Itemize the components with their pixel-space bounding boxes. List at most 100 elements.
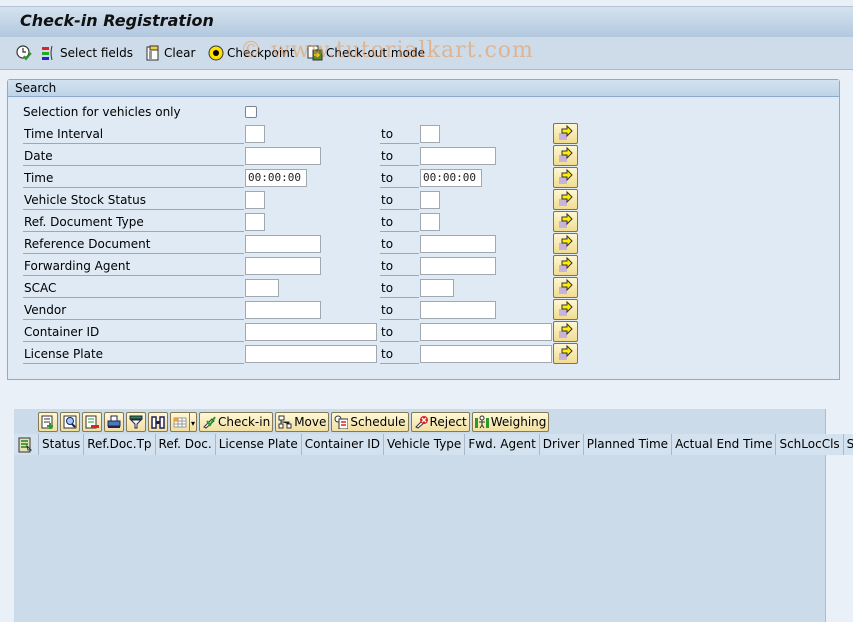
date-to-label: to [380, 147, 419, 166]
date-multiple-selection-button[interactable] [553, 145, 578, 166]
time-to-input[interactable]: 00:00:00 [420, 169, 482, 187]
column-header[interactable]: Sc [843, 434, 853, 455]
vendor-to-input[interactable] [420, 301, 496, 319]
move-button[interactable]: Move [275, 412, 330, 432]
schedule-button[interactable]: Schedule [331, 412, 409, 432]
forwarding-agent-multiple-selection-button[interactable] [553, 255, 578, 276]
grid-header-row: Status Ref.Doc.Tp Ref. Doc. License Plate Co… [14, 434, 853, 455]
clear-button[interactable]: Clear [145, 44, 195, 62]
time-interval-label: Time Interval [23, 125, 244, 144]
grid-toolbar: ▾ Check-in Move Schedule Reject Weighing [38, 412, 550, 433]
column-header[interactable]: Planned Time [583, 434, 673, 455]
schedule-label: Schedule [350, 415, 406, 429]
time-to-label: to [380, 169, 419, 188]
reference-document-to-label: to [380, 235, 419, 254]
execute-button[interactable] [16, 44, 32, 62]
date-from-input[interactable] [245, 147, 321, 165]
reference-document-row: Reference Document to [8, 233, 839, 255]
column-header[interactable]: Vehicle Type [384, 434, 466, 455]
forwarding-agent-from-input[interactable] [245, 257, 321, 275]
search-group: Search Selection for vehicles only Time … [7, 79, 840, 380]
layout-button[interactable]: ▾ [170, 412, 198, 432]
scac-from-input[interactable] [245, 279, 279, 297]
filter-button[interactable] [126, 412, 146, 432]
time-interval-to-label: to [380, 125, 419, 144]
ref-document-type-to-input[interactable] [420, 213, 440, 231]
check-in-button[interactable]: Check-in [199, 412, 274, 432]
reference-document-multiple-selection-button[interactable] [553, 233, 578, 254]
column-header[interactable]: License Plate [215, 434, 302, 455]
vendor-label: Vendor [23, 301, 244, 320]
forwarding-agent-to-input[interactable] [420, 257, 496, 275]
vendor-row: Vendor to [8, 299, 839, 321]
scac-to-label: to [380, 279, 419, 298]
clear-label: Clear [164, 46, 196, 60]
layout-dropdown-arrow-icon[interactable]: ▾ [189, 413, 196, 431]
schedule-icon [334, 415, 349, 430]
select-all-button[interactable] [14, 434, 39, 455]
container-id-multiple-selection-button[interactable] [553, 321, 578, 342]
page-title: Check-in Registration [20, 11, 214, 30]
move-icon [278, 415, 292, 429]
column-header[interactable]: Status [39, 434, 85, 455]
vehicle-stock-status-row: Vehicle Stock Status to [8, 189, 839, 211]
license-plate-multiple-selection-button[interactable] [553, 343, 578, 364]
time-multiple-selection-button[interactable] [553, 167, 578, 188]
column-header[interactable]: Container ID [301, 434, 385, 455]
vehicle-stock-status-multiple-selection-button[interactable] [553, 189, 578, 210]
selection-vehicles-only-row: Selection for vehicles only [8, 101, 839, 123]
ref-document-type-from-input[interactable] [245, 213, 265, 231]
delete-row-button[interactable] [82, 412, 102, 432]
scac-to-input[interactable] [420, 279, 454, 297]
column-header[interactable]: Actual End Time [672, 434, 777, 455]
find-button[interactable] [60, 412, 80, 432]
weighing-button[interactable]: Weighing [471, 412, 550, 432]
time-interval-from-input[interactable] [245, 125, 265, 143]
reference-document-to-input[interactable] [420, 235, 496, 253]
time-interval-multiple-selection-button[interactable] [553, 123, 578, 144]
container-id-to-input[interactable] [420, 323, 552, 341]
binoculars-button[interactable] [148, 412, 168, 432]
forwarding-agent-label: Forwarding Agent [23, 257, 244, 276]
forwarding-agent-row: Forwarding Agent to [8, 255, 839, 277]
check-in-label: Check-in [218, 415, 271, 429]
select-fields-button[interactable]: Select fields [41, 44, 133, 62]
time-from-input[interactable]: 00:00:00 [245, 169, 307, 187]
binoculars-icon [151, 415, 165, 429]
weighing-label: Weighing [490, 415, 547, 429]
date-to-input[interactable] [420, 147, 496, 165]
checkpoint-label: Checkpoint [227, 46, 295, 60]
time-interval-to-input[interactable] [420, 125, 440, 143]
column-header[interactable]: Driver [539, 434, 584, 455]
ref-document-type-to-label: to [380, 213, 419, 232]
print-button[interactable] [104, 412, 124, 432]
vehicle-stock-status-to-input[interactable] [420, 191, 440, 209]
license-plate-to-label: to [380, 345, 419, 364]
selection-vehicles-only-checkbox[interactable] [245, 106, 257, 118]
date-row: Date to [8, 145, 839, 167]
vehicle-stock-status-from-input[interactable] [245, 191, 265, 209]
select-all-icon [18, 437, 33, 453]
column-header[interactable]: Fwd. Agent [465, 434, 540, 455]
vehicle-stock-status-label: Vehicle Stock Status [23, 191, 244, 210]
license-plate-to-input[interactable] [420, 345, 552, 363]
delete-icon [85, 415, 99, 429]
application-toolbar: Select fields Clear Checkpoint Check-out… [0, 37, 853, 70]
details-icon [41, 415, 55, 429]
checkpoint-button[interactable]: Checkpoint [208, 44, 295, 62]
column-header[interactable]: Ref. Doc. [155, 434, 216, 455]
column-header[interactable]: Ref.Doc.Tp [84, 434, 156, 455]
license-plate-from-input[interactable] [245, 345, 377, 363]
vendor-from-input[interactable] [245, 301, 321, 319]
vendor-multiple-selection-button[interactable] [553, 299, 578, 320]
ref-document-type-multiple-selection-button[interactable] [553, 211, 578, 232]
ref-document-type-label: Ref. Document Type [23, 213, 244, 232]
column-header[interactable]: SchLocCls [776, 434, 844, 455]
details-button[interactable] [38, 412, 58, 432]
reject-button[interactable]: Reject [410, 412, 470, 432]
vehicle-stock-status-to-label: to [380, 191, 419, 210]
container-id-from-input[interactable] [245, 323, 377, 341]
reference-document-from-input[interactable] [245, 235, 321, 253]
scac-multiple-selection-button[interactable] [553, 277, 578, 298]
check-out-mode-button[interactable]: Check-out mode [307, 44, 425, 62]
